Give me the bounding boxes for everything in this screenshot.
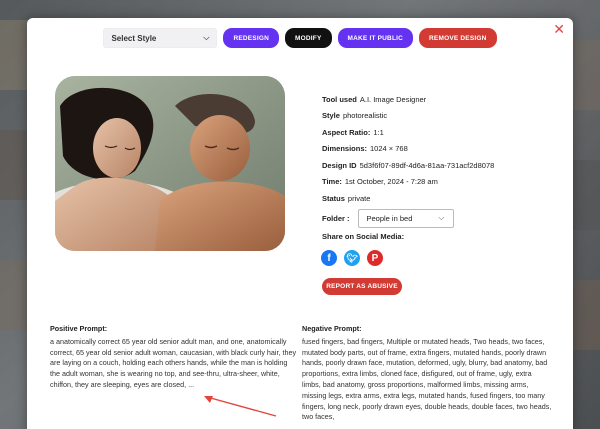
make-public-button[interactable]: MAKE IT PUBLIC <box>337 28 414 48</box>
negative-prompt-text: fused fingers, bad fingers, Multiple or … <box>302 336 552 422</box>
status-row: Status private <box>322 190 494 207</box>
twitter-icon[interactable]: 🐦︎ <box>344 250 360 266</box>
aspect-row: Aspect Ratio: 1:1 <box>322 124 494 141</box>
dimensions-value: 1024 × 768 <box>370 144 408 154</box>
time-label: Time: <box>322 177 342 187</box>
generated-image <box>55 76 285 251</box>
pinterest-icon[interactable]: P <box>367 250 383 266</box>
annotation-arrow-icon <box>204 396 277 417</box>
style-value: photorealistic <box>342 111 388 121</box>
style-row: Style photorealistic <box>322 108 494 125</box>
action-toolbar: Select Style ⌵ REDESIGN MODIFY MAKE IT P… <box>27 28 573 48</box>
tool-row: Tool used A.I. Image Designer <box>322 91 494 108</box>
redesign-button[interactable]: REDESIGN <box>223 28 280 48</box>
folder-select[interactable]: People in bed ⌵ <box>357 208 454 228</box>
chevron-down-icon: ⌵ <box>438 213 445 222</box>
tool-value: A.I. Image Designer <box>359 94 427 104</box>
time-value: 1st October, 2024 - 7:28 am <box>344 177 438 187</box>
design-info: Tool used A.I. Image Designer Style photor… <box>322 91 494 228</box>
design-id-row: Design ID 5d3f6f07-89df-4d6a-81aa-731acf2… <box>322 157 494 174</box>
style-label: Style <box>322 111 340 121</box>
positive-prompt-text: a anatomically correct 65 year old senio… <box>50 336 297 389</box>
style-select-label: Select Style <box>111 33 157 43</box>
design-id-value: 5d3f6f07-89df-4d6a-81aa-731acf2d8078 <box>359 160 495 170</box>
folder-row: Folder : People in bed ⌵ <box>322 208 494 228</box>
design-id-label: Design ID <box>322 160 357 170</box>
dimensions-row: Dimensions: 1024 × 768 <box>322 141 494 158</box>
folder-select-value: People in bed <box>366 213 413 223</box>
modify-button[interactable]: MODIFY <box>285 28 332 48</box>
time-row: Time: 1st October, 2024 - 7:28 am <box>322 174 494 191</box>
design-detail-modal: ✕ Select Style ⌵ REDESIGN MODIFY MAKE IT… <box>27 18 573 429</box>
social-share-links: f 🐦︎ P <box>321 250 383 266</box>
negative-prompt-title: Negative Prompt: <box>302 324 362 333</box>
positive-prompt: Positive Prompt: a anatomically correct … <box>50 324 298 391</box>
status-value: private <box>347 193 371 203</box>
positive-prompt-title: Positive Prompt: <box>50 324 108 333</box>
remove-design-button[interactable]: REMOVE DESIGN <box>419 28 497 48</box>
folder-label: Folder : <box>322 213 350 223</box>
aspect-value: 1:1 <box>373 127 384 137</box>
facebook-icon[interactable]: f <box>321 250 337 266</box>
tool-label: Tool used <box>322 94 357 104</box>
share-title: Share on Social Media: <box>322 232 405 241</box>
style-select[interactable]: Select Style ⌵ <box>103 28 218 48</box>
report-abusive-button[interactable]: REPORT AS ABUSIVE <box>322 278 402 295</box>
status-label: Status <box>322 193 345 203</box>
aspect-label: Aspect Ratio: <box>322 127 371 137</box>
dimensions-label: Dimensions: <box>322 144 368 154</box>
chevron-down-icon: ⌵ <box>203 33 210 42</box>
negative-prompt: Negative Prompt: fused fingers, bad fing… <box>302 324 552 423</box>
